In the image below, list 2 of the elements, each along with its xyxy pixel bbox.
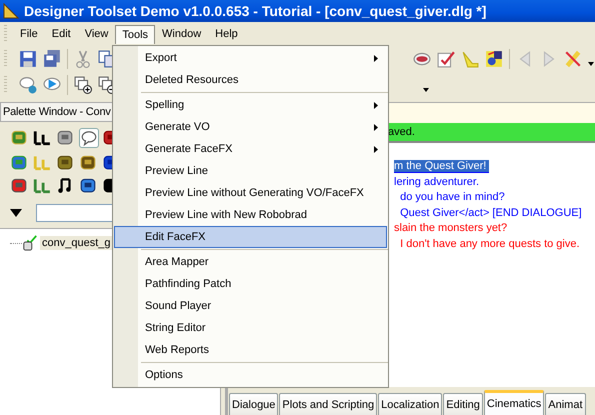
window-title: Designer Toolset Demo v1.0.0.653 - Tutorial - [conv_quest_giver.dlg *] — [24, 3, 486, 19]
status-text: aved. — [388, 126, 415, 138]
